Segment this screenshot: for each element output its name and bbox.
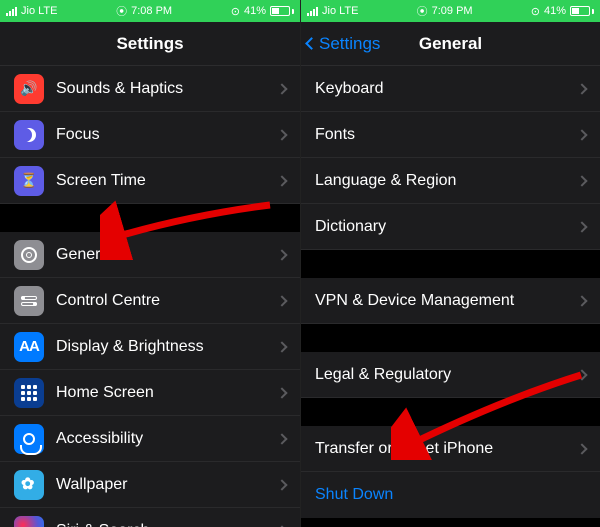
status-right: ⊙ 41% bbox=[531, 5, 594, 18]
chevron-right-icon bbox=[276, 83, 287, 94]
chevron-right-icon bbox=[276, 433, 287, 444]
chevron-right-icon bbox=[276, 175, 287, 186]
row-wallpaper[interactable]: Wallpaper bbox=[0, 462, 300, 508]
hourglass-icon bbox=[14, 166, 44, 196]
row-dictionary[interactable]: Dictionary bbox=[301, 204, 600, 250]
row-transfer-reset[interactable]: Transfer or Reset iPhone bbox=[301, 426, 600, 472]
status-right: ⊙ 41% bbox=[231, 5, 294, 18]
chevron-right-icon bbox=[576, 83, 587, 94]
chevron-right-icon bbox=[276, 341, 287, 352]
moon-icon bbox=[14, 120, 44, 150]
section-gap bbox=[301, 250, 600, 278]
row-vpn-device-management[interactable]: VPN & Device Management bbox=[301, 278, 600, 324]
chevron-left-icon bbox=[305, 37, 318, 50]
recording-icon: ⦿ bbox=[417, 3, 428, 19]
chevron-right-icon bbox=[576, 221, 587, 232]
row-label: Sounds & Haptics bbox=[56, 80, 278, 98]
page-title: Settings bbox=[116, 34, 183, 54]
row-shut-down[interactable]: Shut Down bbox=[301, 472, 600, 518]
phone-left: Jio LTE ⦿ 7:08 PM ⊙ 41% Settings Sounds … bbox=[0, 0, 300, 527]
chevron-right-icon bbox=[276, 479, 287, 490]
row-label: General bbox=[56, 246, 278, 264]
gear-icon bbox=[14, 240, 44, 270]
row-label: Keyboard bbox=[315, 80, 578, 98]
chevron-right-icon bbox=[576, 295, 587, 306]
row-label: Wallpaper bbox=[56, 476, 278, 494]
row-display-brightness[interactable]: AA Display & Brightness bbox=[0, 324, 300, 370]
row-label: Siri & Search bbox=[56, 522, 278, 527]
back-label: Settings bbox=[319, 34, 380, 54]
section-gap bbox=[0, 204, 300, 232]
flower-icon bbox=[14, 470, 44, 500]
row-label: Control Centre bbox=[56, 292, 278, 310]
row-label: Language & Region bbox=[315, 172, 578, 190]
status-center: ⦿ 7:09 PM bbox=[417, 3, 473, 19]
row-home-screen[interactable]: Home Screen bbox=[0, 370, 300, 416]
chevron-right-icon bbox=[276, 129, 287, 140]
carrier-label: Jio LTE bbox=[322, 5, 358, 17]
status-left: Jio LTE bbox=[307, 5, 358, 17]
status-bar: Jio LTE ⦿ 7:09 PM ⊙ 41% bbox=[301, 0, 600, 22]
chevron-right-icon bbox=[276, 387, 287, 398]
chevron-right-icon bbox=[276, 295, 287, 306]
chevron-right-icon bbox=[576, 129, 587, 140]
carrier-label: Jio LTE bbox=[21, 5, 57, 17]
section-gap bbox=[301, 324, 600, 352]
nav-bar: Settings bbox=[0, 22, 300, 66]
siri-icon bbox=[14, 516, 44, 527]
clock-label: 7:09 PM bbox=[432, 5, 473, 17]
battery-label: 41% bbox=[544, 5, 566, 17]
row-screen-time[interactable]: Screen Time bbox=[0, 158, 300, 204]
row-accessibility[interactable]: Accessibility bbox=[0, 416, 300, 462]
status-center: ⦿ 7:08 PM bbox=[116, 3, 172, 19]
toggles-icon bbox=[14, 286, 44, 316]
row-focus[interactable]: Focus bbox=[0, 112, 300, 158]
signal-icon bbox=[6, 7, 17, 16]
back-button[interactable]: Settings bbox=[307, 22, 380, 65]
chevron-right-icon bbox=[576, 175, 587, 186]
section-gap bbox=[301, 398, 600, 426]
row-label: Dictionary bbox=[315, 218, 578, 236]
battery-label: 41% bbox=[244, 5, 266, 17]
row-control-centre[interactable]: Control Centre bbox=[0, 278, 300, 324]
row-label: Fonts bbox=[315, 126, 578, 144]
row-label: Display & Brightness bbox=[56, 338, 278, 356]
grid-icon bbox=[14, 378, 44, 408]
nav-bar: Settings General bbox=[301, 22, 600, 66]
row-label: Home Screen bbox=[56, 384, 278, 402]
row-language-region[interactable]: Language & Region bbox=[301, 158, 600, 204]
alarm-icon: ⊙ bbox=[231, 5, 240, 18]
status-bar: Jio LTE ⦿ 7:08 PM ⊙ 41% bbox=[0, 0, 300, 22]
row-label: Focus bbox=[56, 126, 278, 144]
row-fonts[interactable]: Fonts bbox=[301, 112, 600, 158]
row-label: Accessibility bbox=[56, 430, 278, 448]
row-label: Shut Down bbox=[315, 486, 586, 504]
row-sounds-haptics[interactable]: Sounds & Haptics bbox=[0, 66, 300, 112]
row-siri-search[interactable]: Siri & Search bbox=[0, 508, 300, 527]
battery-icon bbox=[270, 6, 294, 16]
status-left: Jio LTE bbox=[6, 5, 57, 17]
row-label: Screen Time bbox=[56, 172, 278, 190]
signal-icon bbox=[307, 7, 318, 16]
row-keyboard[interactable]: Keyboard bbox=[301, 66, 600, 112]
accessibility-icon bbox=[14, 424, 44, 454]
settings-list: Sounds & Haptics Focus Screen Time Gener… bbox=[0, 66, 300, 527]
row-legal-regulatory[interactable]: Legal & Regulatory bbox=[301, 352, 600, 398]
recording-icon: ⦿ bbox=[116, 3, 127, 19]
clock-label: 7:08 PM bbox=[131, 5, 172, 17]
alarm-icon: ⊙ bbox=[531, 5, 540, 18]
row-label: VPN & Device Management bbox=[315, 292, 578, 310]
general-list: Keyboard Fonts Language & Region Diction… bbox=[301, 66, 600, 518]
chevron-right-icon bbox=[576, 369, 587, 380]
row-general[interactable]: General bbox=[0, 232, 300, 278]
phone-right: Jio LTE ⦿ 7:09 PM ⊙ 41% Settings General… bbox=[300, 0, 600, 527]
page-title: General bbox=[419, 34, 482, 54]
row-label: Legal & Regulatory bbox=[315, 366, 578, 384]
battery-icon bbox=[570, 6, 594, 16]
row-label: Transfer or Reset iPhone bbox=[315, 440, 578, 458]
chevron-right-icon bbox=[276, 249, 287, 260]
speaker-icon bbox=[14, 74, 44, 104]
chevron-right-icon bbox=[576, 443, 587, 454]
aa-icon: AA bbox=[14, 332, 44, 362]
